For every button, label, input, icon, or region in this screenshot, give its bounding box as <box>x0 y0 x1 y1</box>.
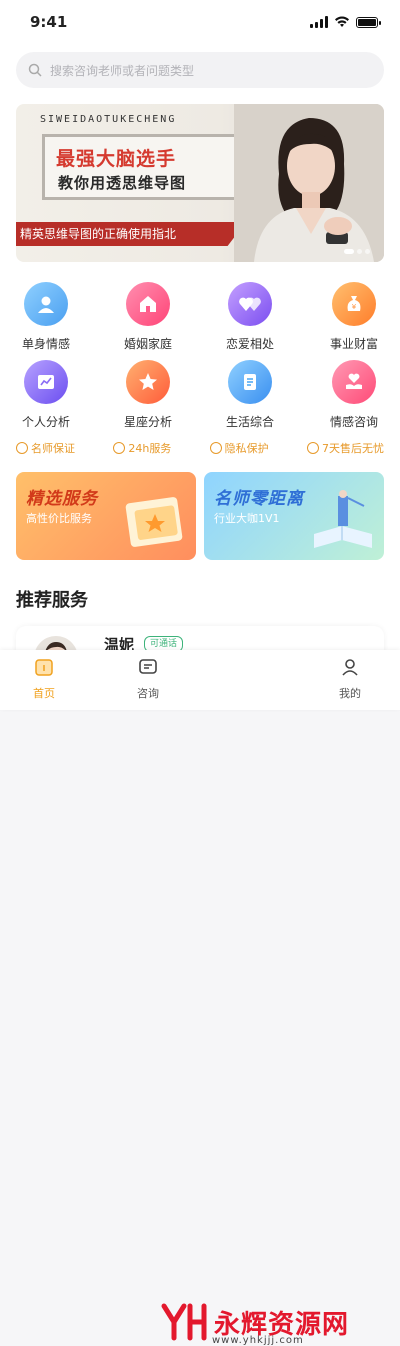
watermark-logo-icon <box>161 1303 207 1341</box>
teacher-card[interactable]: 名师零距离 行业大咖1V1 <box>204 472 384 560</box>
category-personal[interactable]: 个人分析 <box>10 360 82 430</box>
guarantee-item: 隐私保护 <box>209 440 269 456</box>
guarantee-item: 名师保证 <box>16 440 75 456</box>
tab-mine[interactable]: 我的 <box>320 656 380 701</box>
category-icon-bg: ¥ <box>332 282 376 326</box>
hand-heart-icon <box>346 373 362 389</box>
watermark-url: www.yhkjjj.com <box>212 1335 304 1346</box>
home-content: 搜索咨询老师或者问题类型 SIWEIDAOTUKECHENG 最强大脑选手 教你… <box>0 44 400 650</box>
category-icon-bg <box>126 360 170 404</box>
svg-text:¥: ¥ <box>352 303 357 311</box>
guarantee-label: 7天售后无忧 <box>322 442 384 455</box>
category-icon-bg <box>126 282 170 326</box>
guarantee-item: 24h服务 <box>113 440 171 456</box>
category-label: 婚姻家庭 <box>123 337 172 351</box>
banner-pager <box>344 249 370 254</box>
hearts-icon <box>239 297 261 311</box>
category-label: 个人分析 <box>21 415 70 429</box>
search-bar[interactable]: 搜索咨询老师或者问题类型 <box>16 52 384 88</box>
guarantee-label: 隐私保护 <box>224 442 269 455</box>
book-illustration <box>314 490 372 548</box>
category-emotion[interactable]: 情感咨询 <box>318 360 390 430</box>
status-badge: 可通话 <box>144 636 184 650</box>
featured-service-card[interactable]: 精选服务 高性价比服务 <box>16 472 196 560</box>
chart-icon <box>38 375 54 389</box>
category-label: 恋爱相处 <box>225 337 274 351</box>
category-label: 星座分析 <box>123 415 172 429</box>
ticket-illustration <box>125 497 183 547</box>
banner-subtitle: 教你用透思维导图 <box>58 174 187 192</box>
category-icon-bg <box>24 360 68 404</box>
watermark: 永辉资源网 www.yhkjjj.com <box>160 1302 349 1346</box>
category-label: 事业财富 <box>329 337 378 351</box>
category-love[interactable]: 恋爱相处 <box>214 282 286 352</box>
tab-consult[interactable]: 咨询 <box>118 656 178 701</box>
category-icon-bg <box>332 360 376 404</box>
card-subtitle: 行业大咖1V1 <box>214 512 280 525</box>
banner-brand: SIWEIDAOTUKECHENG <box>40 114 177 125</box>
status-bar: 9:41 <box>0 0 400 44</box>
status-time: 9:41 <box>30 13 68 31</box>
wifi-icon <box>335 16 349 27</box>
guarantee-label: 24h服务 <box>128 442 172 455</box>
category-icon-bg <box>228 282 272 326</box>
presenter-photo <box>234 104 384 262</box>
house-icon <box>140 296 156 312</box>
chat-icon <box>139 659 157 674</box>
money-bag-icon: ¥ <box>347 296 361 311</box>
search-placeholder: 搜索咨询老师或者问题类型 <box>50 63 195 78</box>
advisor-photo <box>45 642 67 650</box>
category-label: 生活综合 <box>225 415 274 429</box>
card-title: 精选服务 <box>26 489 98 509</box>
category-life[interactable]: 生活综合 <box>214 360 286 430</box>
person-icon <box>38 296 54 313</box>
teacher-icon <box>16 442 28 454</box>
category-label: 情感咨询 <box>329 415 378 429</box>
clock-icon <box>113 442 126 454</box>
system-icons <box>310 16 381 28</box>
shield-icon <box>209 442 222 454</box>
home-icon <box>35 659 53 676</box>
guarantee-item: 7天售后无忧 <box>307 440 384 456</box>
advisor-name: 温妮 <box>104 636 135 650</box>
signal-icon <box>310 16 328 28</box>
category-icon-bg <box>24 282 68 326</box>
avatar <box>34 636 78 650</box>
category-zodiac[interactable]: 星座分析 <box>112 360 184 430</box>
tab-bar: 首页 咨询 我的 永辉资源网 www.yhkjjj.com <box>0 650 400 1346</box>
battery-icon <box>356 16 381 28</box>
category-single[interactable]: 单身情感 <box>10 282 82 352</box>
guarantee-bar: 名师保证 24h服务 隐私保护 7天售后无忧 <box>16 440 384 456</box>
user-icon <box>342 659 358 676</box>
service-card[interactable]: 温妮 可通话 <box>16 626 384 650</box>
document-icon <box>244 374 256 390</box>
category-career[interactable]: ¥ 事业财富 <box>318 282 390 352</box>
tab-label: 咨询 <box>137 687 159 700</box>
card-subtitle: 高性价比服务 <box>26 512 92 525</box>
search-icon <box>28 63 42 77</box>
section-title: 推荐服务 <box>16 590 88 611</box>
tab-label: 首页 <box>33 687 55 700</box>
promo-banner[interactable]: SIWEIDAOTUKECHENG 最强大脑选手 教你用透思维导图 精英思维导图… <box>16 104 384 262</box>
return-icon <box>307 442 319 454</box>
tab-label: 我的 <box>339 687 361 700</box>
guarantee-label: 名师保证 <box>31 442 75 455</box>
category-marriage[interactable]: 婚姻家庭 <box>112 282 184 352</box>
tab-home[interactable]: 首页 <box>14 656 74 701</box>
category-icon-bg <box>228 360 272 404</box>
card-title: 名师零距离 <box>214 489 304 509</box>
banner-title: 最强大脑选手 <box>56 148 177 170</box>
star-icon <box>139 373 157 390</box>
banner-ribbon: 精英思维导图的正确使用指北 <box>16 222 246 246</box>
category-label: 单身情感 <box>21 337 70 351</box>
